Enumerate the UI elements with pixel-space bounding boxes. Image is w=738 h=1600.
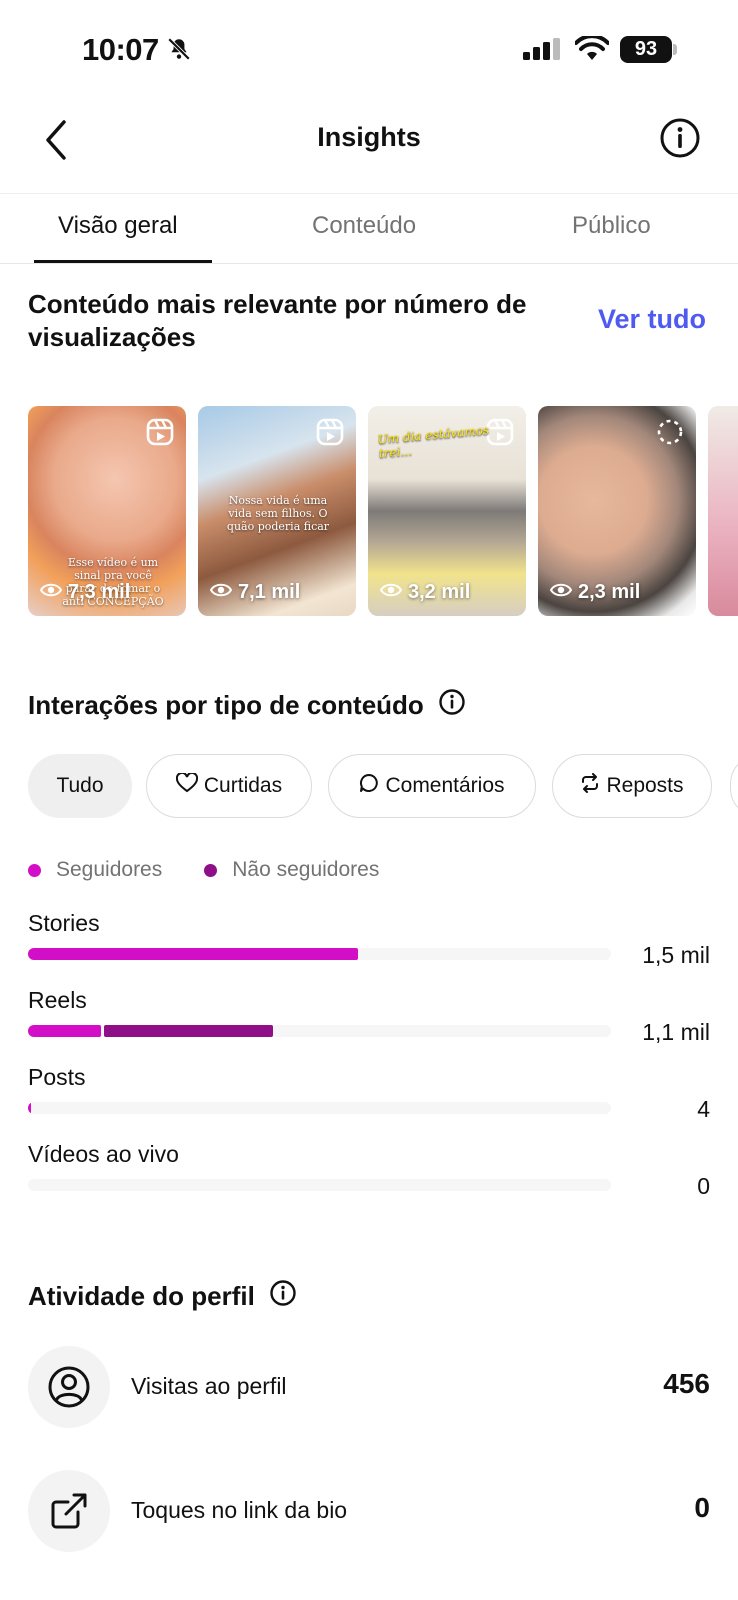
- bar-track: [28, 948, 611, 960]
- filter-likes-chip[interactable]: Curtidas: [146, 754, 312, 818]
- reel-icon: [146, 418, 174, 451]
- thumbnail-caption: Um dia estávamos trei...: [377, 422, 490, 461]
- content-type-filters: Tudo Curtidas Comentários Reposts: [28, 754, 738, 820]
- bar-label: Posts: [28, 1064, 86, 1090]
- reel-icon: [316, 418, 344, 451]
- heart-icon: [175, 771, 198, 799]
- profile-activity-title-text: Atividade do perfil: [28, 1281, 255, 1311]
- info-icon[interactable]: [658, 116, 702, 165]
- tab-content[interactable]: Conteúdo: [312, 212, 416, 240]
- bio-link-taps-value: 0: [694, 1492, 710, 1523]
- content-thumbnail[interactable]: Nossa vida é uma vida sem filhos. O quão…: [198, 406, 356, 616]
- content-thumbnail[interactable]: [708, 406, 738, 616]
- battery-tip: [673, 44, 677, 55]
- bar-label: Reels: [28, 987, 87, 1013]
- legend-followers: Seguidores: [28, 858, 162, 882]
- battery-level: 93: [620, 36, 672, 63]
- interactions-title: Interações por tipo de conteúdo: [28, 688, 466, 723]
- thumbnail-views: 7,3 mil: [39, 581, 131, 604]
- views-count: 7,3 mil: [68, 581, 131, 603]
- filter-more-chip[interactable]: [730, 754, 738, 818]
- views-count: 2,3 mil: [578, 581, 641, 603]
- bio-link-taps-label: Toques no link da bio: [131, 1497, 348, 1523]
- eye-icon: [39, 581, 63, 604]
- profile-activity-title: Atividade do perfil: [28, 1279, 297, 1314]
- views-count: 3,2 mil: [408, 581, 471, 603]
- chip-label: Tudo: [56, 774, 104, 797]
- bar-row: Posts 4: [28, 1064, 710, 1140]
- top-content-carousel[interactable]: Esse vídeo é um sinal pra você parar de …: [28, 406, 738, 618]
- bar-label: Vídeos ao vivo: [28, 1141, 179, 1167]
- bar-row: Stories 1,5 mil: [28, 910, 710, 986]
- bar-value: 1,1 mil: [642, 1019, 710, 1045]
- thumbnail-caption: Nossa vida é uma vida sem filhos. O quão…: [226, 494, 330, 533]
- external-link-icon: [28, 1470, 110, 1552]
- info-icon[interactable]: [269, 1279, 297, 1314]
- tab-audience[interactable]: Público: [572, 212, 651, 240]
- profile-visits-label: Visitas ao perfil: [131, 1373, 287, 1399]
- wifi-icon: [574, 34, 610, 67]
- legend-non-followers-label: Não seguidores: [232, 858, 380, 881]
- bar-row: Vídeos ao vivo 0: [28, 1141, 710, 1217]
- profile-visits-value: 456: [663, 1368, 710, 1399]
- legend-non-followers: Não seguidores: [204, 858, 379, 882]
- legend-followers-label: Seguidores: [56, 858, 163, 881]
- bar-non-followers: [103, 1025, 273, 1037]
- bar-value: 1,5 mil: [642, 942, 710, 968]
- info-icon[interactable]: [438, 688, 466, 723]
- cellular-signal-icon: [523, 38, 561, 65]
- bar-followers: [28, 1025, 101, 1037]
- content-thumbnail[interactable]: Esse vídeo é um sinal pra você parar de …: [28, 406, 186, 616]
- interactions-title-text: Interações por tipo de conteúdo: [28, 690, 424, 720]
- content-thumbnail[interactable]: Um dia estávamos trei... 3,2 mil: [368, 406, 526, 616]
- bar-track: [28, 1025, 611, 1037]
- filter-all-chip[interactable]: Tudo: [28, 754, 132, 818]
- header: Insights: [0, 100, 738, 194]
- filter-comments-chip[interactable]: Comentários: [328, 754, 536, 818]
- thumbnail-views: 3,2 mil: [379, 581, 471, 604]
- chip-label: Comentários: [385, 774, 505, 797]
- comment-icon: [359, 773, 379, 799]
- bar-label: Stories: [28, 910, 100, 936]
- thumbnail-views: 7,1 mil: [209, 581, 301, 604]
- legend-non-followers-swatch: [204, 863, 218, 877]
- eye-icon: [379, 581, 403, 604]
- eye-icon: [209, 581, 233, 604]
- chip-label: Curtidas: [203, 774, 283, 797]
- user-circle-icon: [28, 1346, 110, 1428]
- chart-legend: Seguidores Não seguidores: [28, 858, 421, 882]
- carousel-loading-icon: [656, 418, 684, 451]
- bar-followers: [28, 948, 358, 960]
- filter-reposts-chip[interactable]: Reposts: [552, 754, 712, 818]
- thumbnail-views: 2,3 mil: [549, 581, 641, 604]
- see-all-link[interactable]: Ver tudo: [598, 304, 706, 335]
- bar-followers: [28, 1102, 31, 1114]
- bar-value: 0: [697, 1173, 710, 1199]
- bar-track: [28, 1179, 611, 1191]
- profile-visits-row[interactable]: Visitas ao perfil 456: [28, 1346, 710, 1430]
- bio-link-taps-row[interactable]: Toques no link da bio 0: [28, 1470, 710, 1554]
- active-tab-indicator: [34, 260, 212, 263]
- page-title: Insights: [317, 122, 421, 152]
- bell-muted-icon: [166, 36, 192, 67]
- bar-row: Reels 1,1 mil: [28, 987, 710, 1063]
- tab-bar: Visão geral Conteúdo Público: [0, 194, 738, 264]
- bar-track: [28, 1102, 611, 1114]
- chip-label: Reposts: [606, 774, 684, 797]
- top-content-title: Conteúdo mais relevante por número de vi…: [28, 289, 527, 352]
- repost-icon: [580, 773, 600, 799]
- eye-icon: [549, 581, 573, 604]
- views-count: 7,1 mil: [238, 581, 301, 603]
- tab-overview[interactable]: Visão geral: [58, 212, 178, 240]
- content-thumbnail[interactable]: 2,3 mil: [538, 406, 696, 616]
- status-bar: 10:07 93: [0, 0, 738, 100]
- legend-followers-swatch: [28, 863, 41, 877]
- bar-value: 4: [697, 1096, 710, 1122]
- status-time: 10:07: [82, 32, 159, 67]
